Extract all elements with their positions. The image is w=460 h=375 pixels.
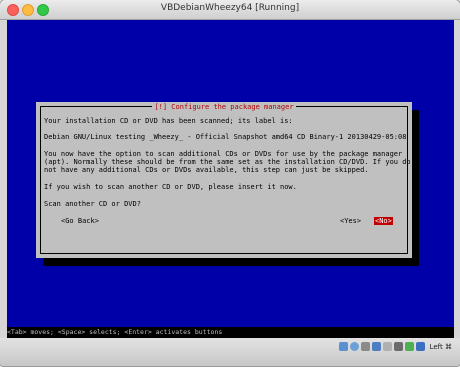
dialog-text-skip: not have any additional CDs or DVDs avai… — [44, 166, 369, 174]
go-back-button[interactable]: <Go Back> — [61, 217, 99, 225]
cd-icon[interactable] — [349, 342, 359, 351]
footer-help: <Tab> moves; <Space> selects; <Enter> ac… — [7, 327, 454, 338]
host-key-label: Left ⌘ — [429, 342, 452, 351]
dialog-text-label: Debian GNU/Linux testing _Wheezy_ - Offi… — [44, 133, 407, 141]
dialog-text-scanned: Your installation CD or DVD has been sca… — [44, 117, 293, 125]
title-bar[interactable]: VBDebianWheezy64 [Running] — [0, 0, 460, 20]
virtualbox-window: VBDebianWheezy64 [Running] [!] Configure… — [0, 0, 460, 366]
shared-folder-icon[interactable] — [382, 342, 392, 351]
installer-dialog: [!] Configure the package manager Your i… — [36, 102, 412, 258]
dialog-question: Scan another CD or DVD? — [44, 200, 141, 208]
vm-screen[interactable]: [!] Configure the package manager Your i… — [7, 20, 454, 338]
hdd-icon[interactable] — [338, 342, 348, 351]
mouse-integration-icon[interactable] — [415, 342, 425, 351]
no-button[interactable]: <No> — [374, 217, 393, 225]
capture-icon[interactable] — [404, 342, 414, 351]
display-icon[interactable] — [393, 342, 403, 351]
dialog-text-apt: (apt). Normally these should be from the… — [44, 158, 411, 166]
dialog-title: [!] Configure the package manager — [152, 103, 296, 111]
dialog-frame: [!] Configure the package manager — [40, 103, 408, 254]
dialog-text-option: You now have the option to scan addition… — [44, 150, 403, 158]
yes-button[interactable]: <Yes> — [340, 217, 361, 225]
vm-status-bar: Left ⌘ — [0, 338, 460, 366]
window-title: VBDebianWheezy64 [Running] — [160, 3, 300, 13]
usb-icon[interactable] — [360, 342, 370, 351]
dialog-text-insert: If you wish to scan another CD or DVD, p… — [44, 183, 297, 191]
network-icon[interactable] — [371, 342, 381, 351]
